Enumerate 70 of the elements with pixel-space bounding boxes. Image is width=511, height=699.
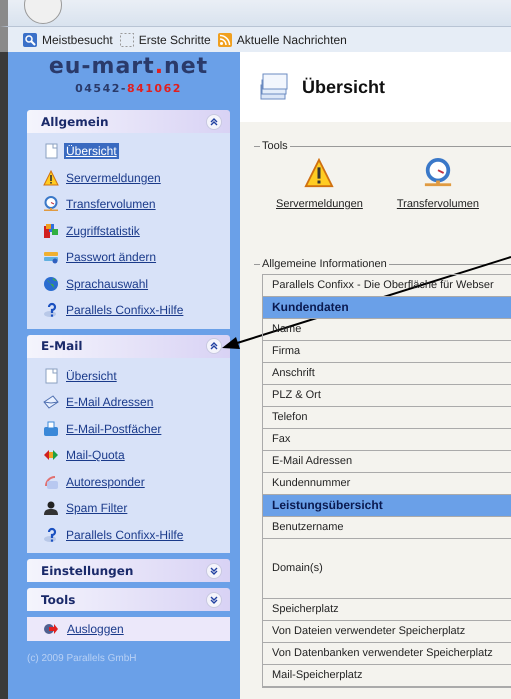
- sidebar-link[interactable]: Passwort ändern: [64, 249, 158, 266]
- sidebar-link[interactable]: Autoresponder: [64, 474, 147, 490]
- tool-link[interactable]: Transfervolumen: [396, 198, 479, 210]
- bookmark-link[interactable]: Erste Schritte: [118, 32, 211, 48]
- autoresponder-icon: [43, 474, 59, 490]
- gauge-icon[interactable]: [422, 158, 453, 188]
- sidebar-link[interactable]: Transfervolumen: [64, 196, 158, 212]
- table-cell: Firma: [263, 341, 511, 363]
- table-cell: Anschrift: [263, 363, 511, 385]
- table-cell: Domain(s): [263, 539, 511, 599]
- chart-icon: [43, 222, 59, 239]
- globe-icon: [43, 276, 59, 292]
- bookmark-icon: [22, 32, 38, 48]
- group-legend: Allgemeine Informationen: [260, 258, 389, 270]
- sidebar-link[interactable]: Sprachauswahl: [64, 276, 150, 292]
- section-title: E-Mail: [41, 339, 82, 353]
- warning-icon: [43, 170, 59, 186]
- sidebar-link[interactable]: Zugriffstatistik: [64, 222, 142, 239]
- table-cell: Fax: [263, 429, 511, 451]
- bookmark-link[interactable]: Aktuelle Nachrichten: [216, 32, 347, 48]
- logo-text: eu-mart.net: [48, 53, 210, 81]
- page-icon: [43, 368, 59, 384]
- dashed-square-icon: [118, 32, 135, 48]
- sidebar-link[interactable]: Servermeldungen: [64, 170, 163, 186]
- feed-icon: [216, 32, 233, 48]
- warning-icon[interactable]: [304, 158, 334, 188]
- sidebar-link[interactable]: Spam Filter: [64, 500, 130, 516]
- collapse-icon[interactable]: [206, 338, 222, 354]
- table-section-header: Kundendaten: [263, 297, 511, 319]
- help-icon: [43, 302, 59, 318]
- section-header[interactable]: Tools: [27, 588, 230, 611]
- section-title: Einstellungen: [41, 564, 134, 578]
- gauge-icon: [43, 196, 59, 212]
- table-cell: Mail-Speicherplatz: [263, 665, 511, 687]
- sidebar-link[interactable]: Parallels Confixx-Hilfe: [64, 526, 186, 543]
- section-header[interactable]: Einstellungen: [27, 559, 230, 582]
- tool-link[interactable]: Servermeldungen: [276, 198, 363, 210]
- card-icon: [43, 249, 59, 266]
- sidebar-link[interactable]: E-Mail Adressen: [64, 394, 156, 410]
- table-cell: Speicherplatz: [263, 599, 511, 621]
- bookmark-link[interactable]: Meistbesucht: [22, 32, 113, 48]
- expand-icon[interactable]: [206, 592, 222, 608]
- help-icon: [43, 526, 59, 543]
- table-cell: Von Dateien verwendeter Speicherplatz: [263, 621, 511, 643]
- collapse-icon[interactable]: [206, 114, 222, 130]
- table-section-header: Leistungsübersicht: [263, 495, 511, 517]
- copyright-text: (c) 2009 Parallels GmbH: [27, 653, 138, 664]
- table-cell: E-Mail Adressen: [263, 451, 511, 473]
- envelope-icon: [43, 394, 59, 410]
- person-icon: [43, 500, 59, 516]
- page-title: Übersicht: [302, 76, 386, 98]
- table-cell: Von Datenbanken verwendeter Speicherplatz: [263, 643, 511, 665]
- page-icon: [43, 143, 59, 160]
- table-cell: Telefon: [263, 407, 511, 429]
- sidebar-link[interactable]: E-Mail-Postfächer: [64, 420, 164, 437]
- sidebar-link[interactable]: Parallels Confixx-Hilfe: [64, 302, 186, 318]
- table-cell: PLZ & Ort: [263, 385, 511, 407]
- section-header[interactable]: E-Mail: [27, 334, 230, 358]
- sidebar-link[interactable]: Übersicht: [64, 143, 119, 160]
- phone-number: 04542-841062: [74, 82, 183, 95]
- logout-icon: [43, 621, 59, 637]
- mailbox-icon: [43, 420, 59, 437]
- section-title: Allgemein: [41, 114, 109, 128]
- group-legend: Tools: [260, 140, 290, 152]
- table-cell: Benutzername: [263, 517, 511, 539]
- expand-icon[interactable]: [206, 562, 222, 578]
- section-title: Tools: [41, 592, 76, 606]
- sidebar-link[interactable]: Mail-Quota: [64, 447, 127, 464]
- section-header[interactable]: Allgemein: [27, 110, 230, 133]
- sidebar-link[interactable]: Übersicht: [64, 368, 119, 384]
